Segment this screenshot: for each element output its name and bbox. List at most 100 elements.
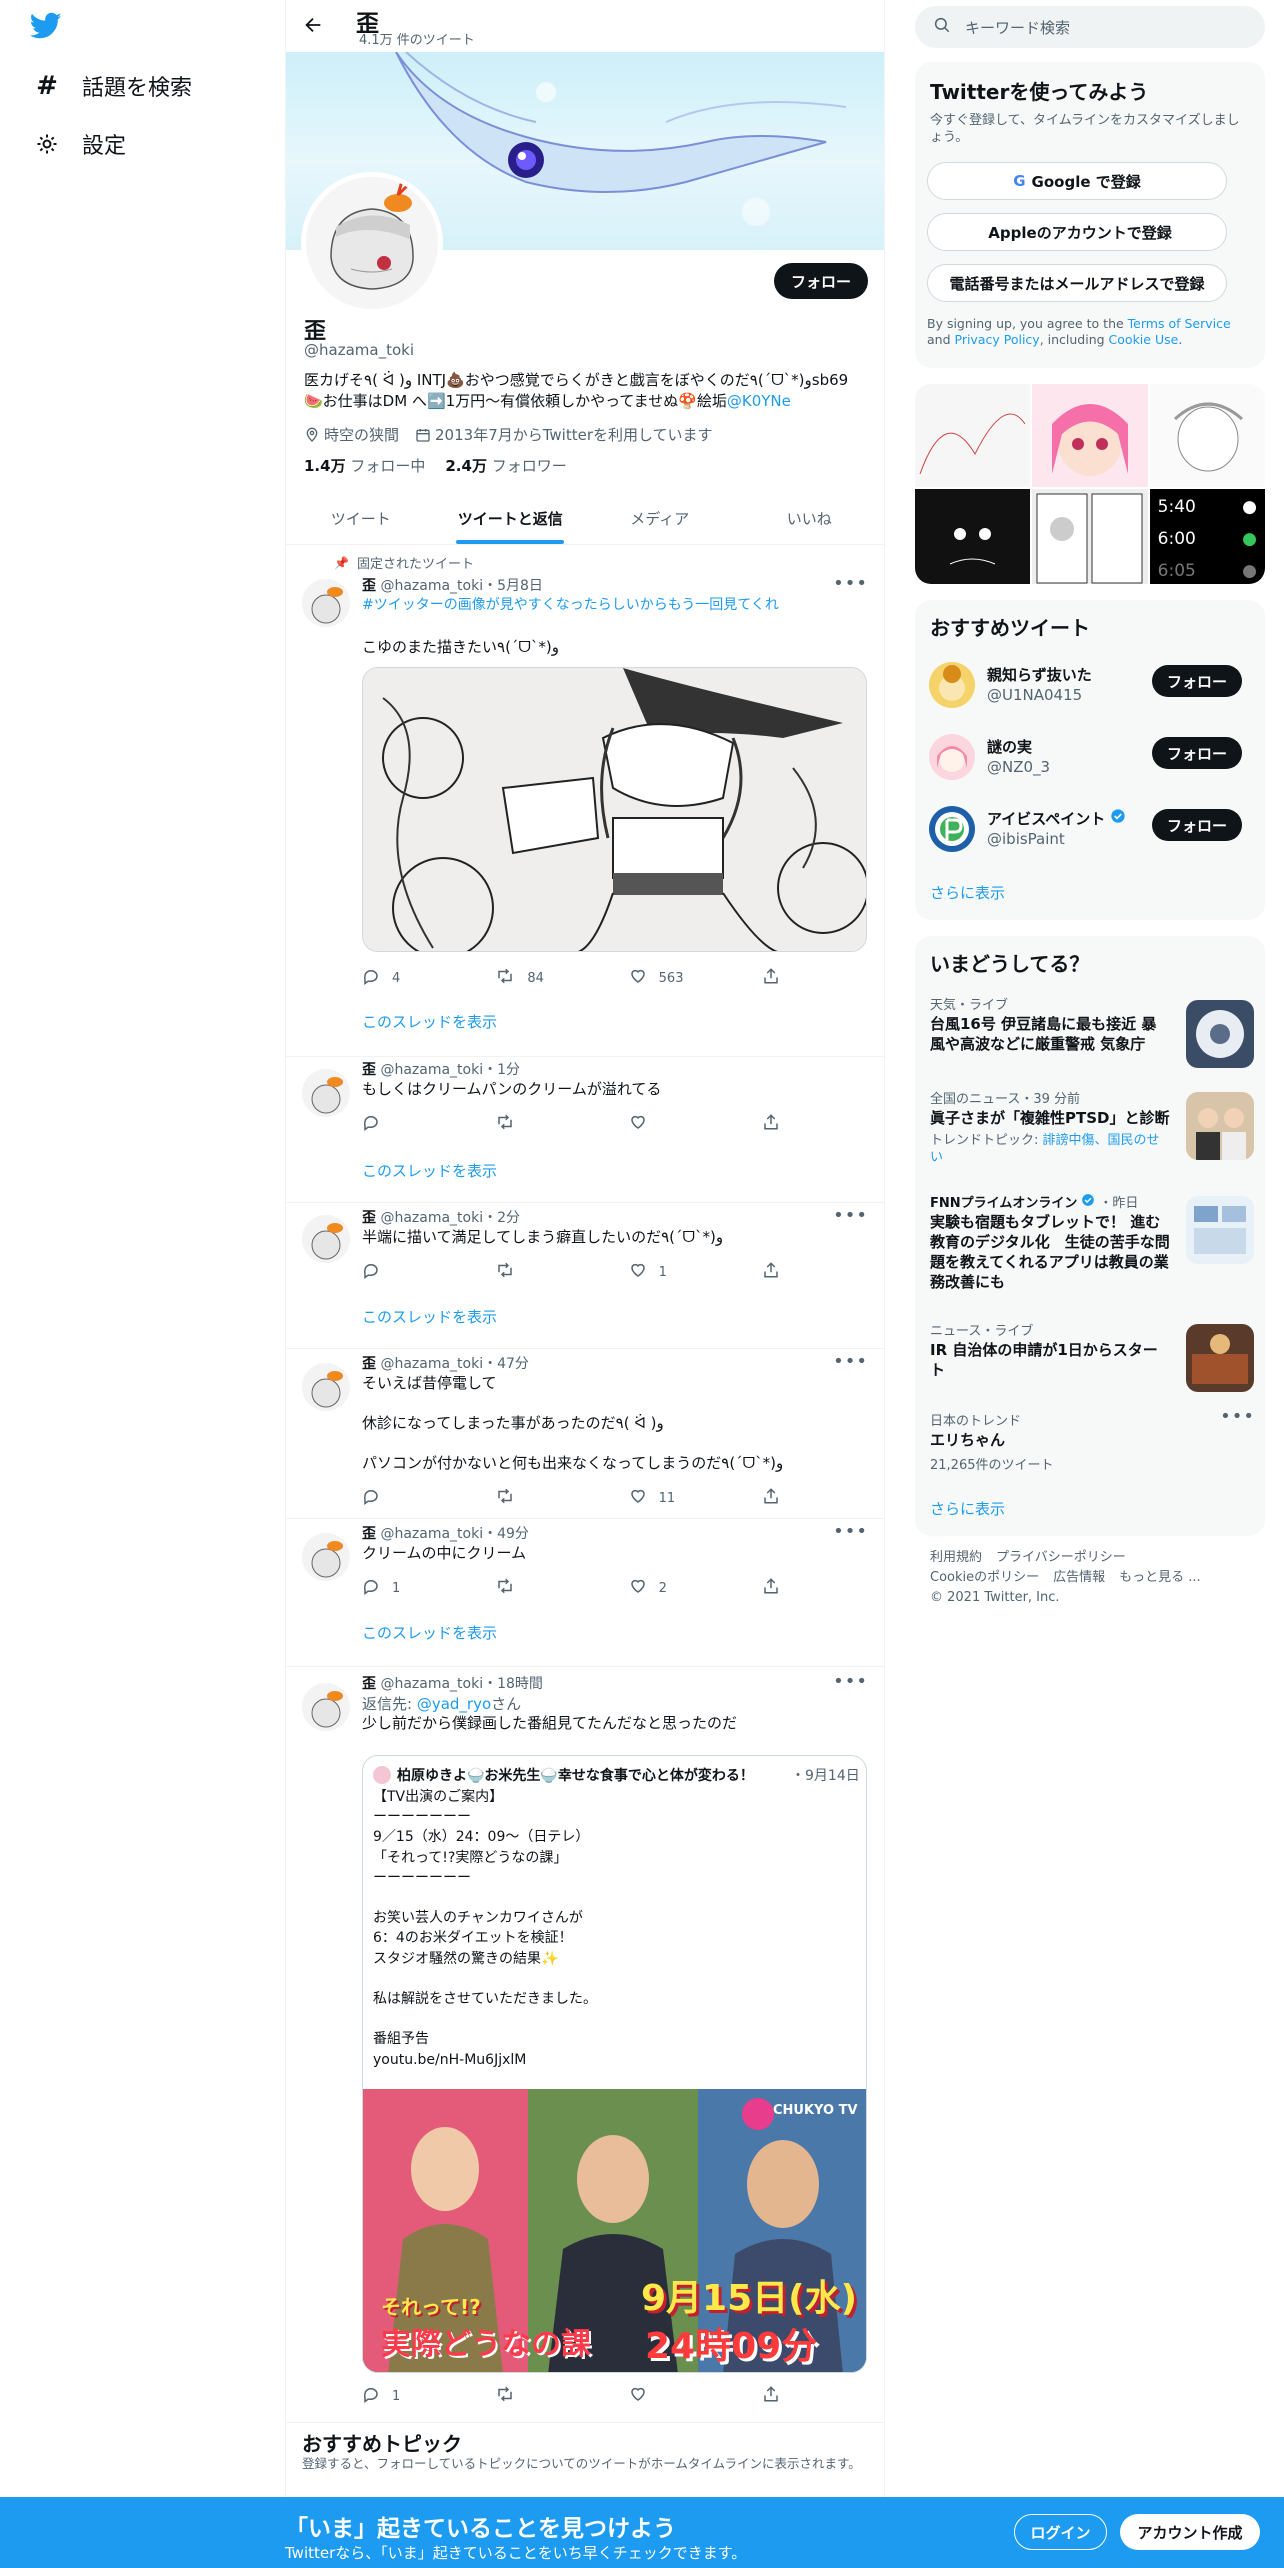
bio-link[interactable]: @K0YNe	[727, 392, 791, 410]
tweet-image[interactable]	[362, 667, 867, 952]
show-thread-link[interactable]: このスレッドを表示	[362, 1306, 497, 1327]
media-thumb[interactable]	[915, 384, 1031, 487]
show-thread-link[interactable]: このスレッドを表示	[362, 1160, 497, 1181]
tweet-author-name[interactable]: 歪	[362, 578, 376, 594]
reply-to-link[interactable]: @yad_ryo	[417, 1695, 491, 1713]
tweet-item[interactable]: 📌 固定されたツイート 歪 @hazama_toki・5月8日 ••• #ツイッタ…	[286, 545, 884, 1057]
followers-link[interactable]: 2.4万 フォロワー	[445, 455, 566, 476]
tweet-handle[interactable]: @hazama_toki	[380, 1356, 483, 1372]
avatar[interactable]	[302, 1363, 350, 1411]
media-thumb[interactable]	[1149, 384, 1265, 487]
reply-button[interactable]	[362, 1487, 452, 1509]
avatar[interactable]	[302, 579, 350, 627]
tweet-time[interactable]: ・5月8日	[483, 578, 543, 594]
trend-image[interactable]	[1186, 1324, 1254, 1392]
tab-media[interactable]: メディア	[585, 492, 735, 544]
trend-item[interactable]: FNNプライムオンライン ・昨日 実験も宿題もタブレットで！ 進む教育のデジタル化…	[930, 1192, 1255, 1302]
reply-button[interactable]: 4	[362, 967, 452, 989]
like-button[interactable]: 11	[629, 1487, 719, 1509]
avatar[interactable]	[302, 1215, 350, 1263]
tweet-author-name[interactable]: 歪	[362, 1676, 376, 1692]
avatar[interactable]	[302, 1533, 350, 1581]
footer-terms-link[interactable]: 利用規約	[930, 1548, 982, 1568]
more-icon[interactable]: •••	[833, 1671, 868, 1692]
search-bar[interactable]: キーワード検索	[915, 6, 1265, 48]
like-button[interactable]: 2	[629, 1577, 719, 1599]
like-button[interactable]: 563	[629, 967, 719, 989]
signup-button[interactable]: アカウント作成	[1120, 2514, 1260, 2550]
privacy-policy-link[interactable]: Privacy Policy	[955, 332, 1040, 347]
tweet-time[interactable]: ・2分	[483, 1210, 520, 1226]
share-button[interactable]	[762, 1261, 782, 1283]
reply-button[interactable]: 1	[362, 1577, 452, 1599]
quote-time[interactable]: ・9月14日	[791, 1765, 860, 1785]
terms-of-service-link[interactable]: Terms of Service	[1128, 316, 1231, 331]
reply-button[interactable]	[362, 1261, 452, 1283]
quote-avatar[interactable]	[373, 1766, 391, 1784]
share-button[interactable]	[762, 1113, 782, 1135]
quote-author[interactable]: 柏原ゆきよ🍚お米先生🍚幸せな食事で心と体が変わる！	[397, 1765, 807, 1785]
login-button[interactable]: ログイン	[1014, 2514, 1107, 2550]
nav-explore[interactable]: # 話題を検索	[34, 70, 192, 102]
quoted-tweet[interactable]: 柏原ゆきよ🍚お米先生🍚幸せな食事で心と体が変わる！ ・9月14日 【TV出演のご…	[362, 1755, 867, 2373]
avatar[interactable]	[302, 1069, 350, 1117]
tab-tweets-replies[interactable]: ツイートと返信	[436, 492, 586, 544]
recommended-user[interactable]: 謎の実 @NZ0_3 フォロー	[929, 730, 1249, 790]
retweet-button[interactable]	[495, 1487, 585, 1509]
like-button[interactable]: 1	[629, 1261, 719, 1283]
search-input[interactable]: キーワード検索	[965, 17, 1070, 38]
retweet-button[interactable]	[495, 1261, 585, 1283]
tab-tweets[interactable]: ツイート	[286, 492, 436, 544]
tweet-item[interactable]: 歪 @hazama_toki・49分 ••• クリームの中にクリーム 1 2 こ…	[286, 1519, 884, 1667]
following-link[interactable]: 1.4万 フォロー中	[304, 455, 425, 476]
trend-item[interactable]: 天気・ライブ 台風16号 伊豆諸島に最も接近 暴風や高波などに厳重警戒 気象庁	[930, 994, 1255, 1076]
share-button[interactable]	[762, 1577, 782, 1599]
footer-cookie-link[interactable]: Cookieのポリシー	[930, 1568, 1039, 1588]
media-thumb[interactable]	[1032, 384, 1148, 487]
tweet-handle[interactable]: @hazama_toki	[380, 1062, 483, 1078]
twitter-logo-icon[interactable]	[29, 12, 62, 44]
trend-item[interactable]: ニュース・ライブ IR 自治体の申請が1日からスタート	[930, 1320, 1255, 1402]
more-icon[interactable]: •••	[833, 573, 868, 594]
more-icon[interactable]: •••	[1220, 1406, 1255, 1427]
follow-button[interactable]: フォロー	[774, 263, 868, 299]
rec-handle[interactable]: @NZ0_3	[987, 758, 1050, 776]
follow-button[interactable]: フォロー	[1152, 665, 1242, 697]
reply-button[interactable]: 1	[362, 2385, 452, 2407]
back-arrow-icon[interactable]	[302, 14, 324, 40]
media-thumb[interactable]: 5:40 ● 6:00 ● 6:05 ●	[1149, 489, 1265, 584]
media-thumb[interactable]	[915, 489, 1031, 584]
share-button[interactable]	[762, 1487, 782, 1509]
tweet-handle[interactable]: @hazama_toki	[380, 1526, 483, 1542]
rec-handle[interactable]: @ibisPaint	[987, 830, 1065, 848]
follow-button[interactable]: フォロー	[1152, 737, 1242, 769]
tweet-time[interactable]: ・47分	[483, 1356, 529, 1372]
tweet-author-name[interactable]: 歪	[362, 1356, 376, 1372]
tweet-handle[interactable]: @hazama_toki	[380, 1676, 483, 1692]
more-icon[interactable]: •••	[833, 1351, 868, 1372]
retweet-button[interactable]	[495, 1577, 585, 1599]
retweet-button[interactable]	[495, 2385, 585, 2407]
tweet-handle[interactable]: @hazama_toki	[380, 1210, 483, 1226]
nav-settings[interactable]: 設定	[34, 128, 126, 160]
recommended-user[interactable]: 親知らず抜いた @U1NA0415 フォロー	[929, 658, 1249, 718]
reply-button[interactable]	[362, 1113, 452, 1135]
rec-handle[interactable]: @U1NA0415	[987, 686, 1082, 704]
google-signup-button[interactable]: G Google で登録	[927, 162, 1227, 200]
profile-avatar[interactable]	[301, 172, 443, 314]
show-more-link[interactable]: さらに表示	[930, 882, 1005, 903]
more-icon[interactable]: •••	[833, 1205, 868, 1226]
trend-item[interactable]: 日本のトレンド ••• エリちゃん 21,265件のツイート	[930, 1406, 1255, 1476]
more-icon[interactable]: •••	[833, 1521, 868, 1542]
trends-show-more-link[interactable]: さらに表示	[930, 1498, 1005, 1519]
show-thread-link[interactable]: このスレッドを表示	[362, 1011, 497, 1032]
tweet-author-name[interactable]: 歪	[362, 1062, 376, 1078]
tweet-time[interactable]: ・49分	[483, 1526, 529, 1542]
rec-name[interactable]: 親知らず抜いた	[987, 664, 1092, 685]
avatar[interactable]	[929, 806, 975, 852]
avatar[interactable]	[302, 1683, 350, 1731]
footer-more-link[interactable]: もっと見る ...	[1119, 1568, 1201, 1588]
quote-tv-image[interactable]: CHUKYO TV それって!? 実際どうなの課 9月15日(水) 24時09分	[363, 2089, 866, 2372]
rec-name[interactable]: アイビスペイント	[987, 808, 1126, 829]
retweet-button[interactable]: 84	[495, 967, 585, 989]
